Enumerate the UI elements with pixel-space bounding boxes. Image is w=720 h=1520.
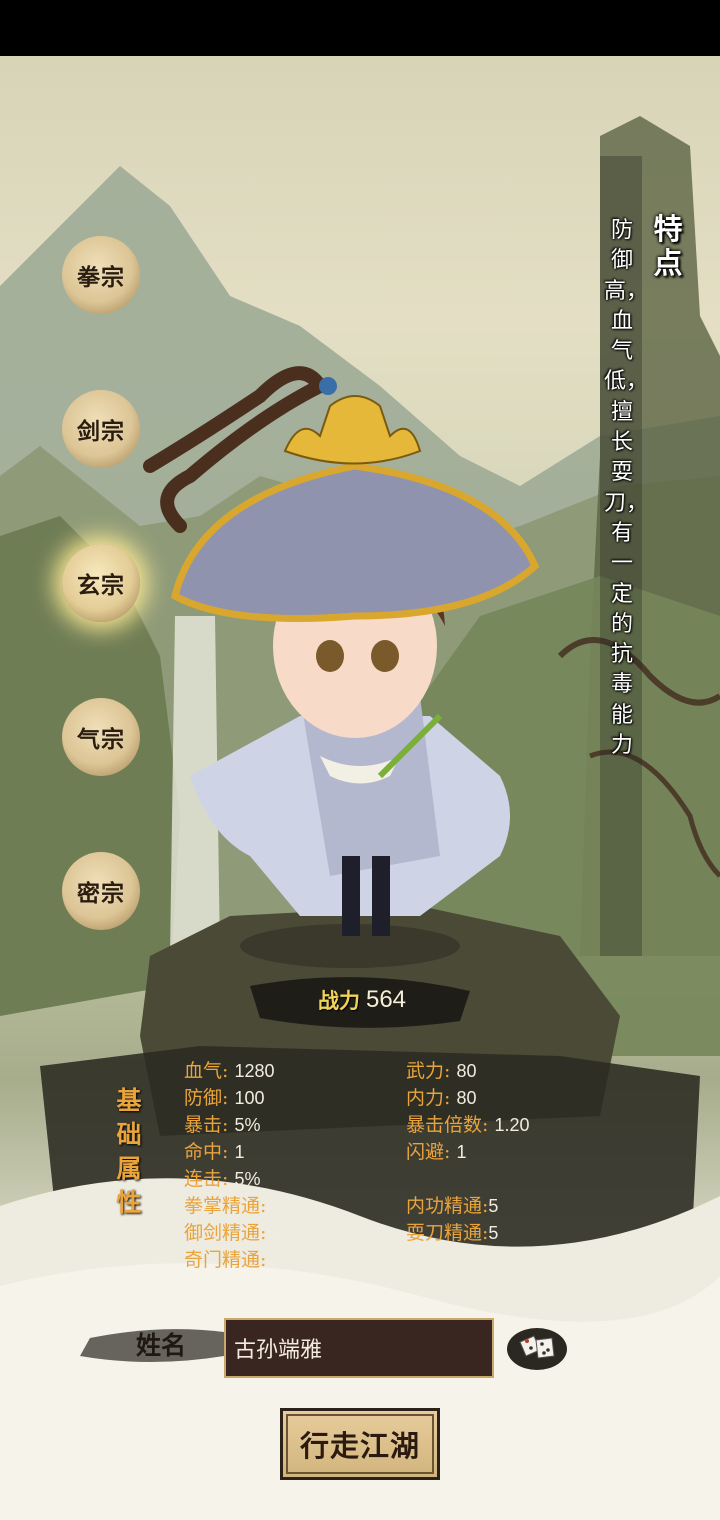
stat-fist-mastery: 拳掌精通:5 bbox=[184, 1195, 277, 1217]
school-label: 气宗 bbox=[77, 726, 125, 753]
name-input[interactable]: 古孙端雅 bbox=[224, 1318, 494, 1378]
school-button-jian[interactable]: 剑宗 bbox=[62, 390, 140, 468]
stat-crit-multiplier: 暴击倍数: 1.20 bbox=[406, 1114, 530, 1136]
status-bar bbox=[0, 0, 720, 56]
stat-neigong-mastery: 内功精通:5 bbox=[406, 1195, 499, 1217]
start-journey-button[interactable]: 行走江湖 bbox=[280, 1408, 440, 1480]
school-button-quan[interactable]: 拳宗 bbox=[62, 236, 140, 314]
combat-power-value: 564 bbox=[365, 986, 407, 1013]
stat-blade-mastery: 耍刀精通:5 bbox=[406, 1222, 499, 1244]
traits-description: 防御高，血气低，擅长耍刀，有一定的抗毒能力 bbox=[604, 218, 649, 759]
school-label: 玄宗 bbox=[77, 572, 125, 599]
stat-hp: 血气: 1280 bbox=[184, 1060, 275, 1082]
combat-power-label: 战力 bbox=[317, 988, 360, 1013]
combat-power: 战力 564 bbox=[272, 978, 452, 1022]
stat-sword-mastery: 御剑精通:8 bbox=[184, 1222, 277, 1244]
school-button-mi[interactable]: 密宗 bbox=[62, 852, 140, 930]
game-screen: 拳宗 剑宗 玄宗 气宗 密宗 特点 防御高，血气低，擅长耍刀，有一定的抗毒能力 … bbox=[0, 0, 720, 1520]
stat-defense: 防御: 100 bbox=[184, 1087, 265, 1109]
school-button-qi[interactable]: 气宗 bbox=[62, 698, 140, 776]
landscape-scene: 拳宗 剑宗 玄宗 气宗 密宗 特点 防御高，血气低，擅长耍刀，有一定的抗毒能力 … bbox=[0, 56, 720, 1520]
dice-icon bbox=[507, 1328, 567, 1370]
stat-combo: 连击: 5% bbox=[184, 1168, 261, 1190]
stat-qimen-mastery: 奇门精通:2 bbox=[184, 1249, 277, 1271]
start-journey-label: 行走江湖 bbox=[299, 1429, 420, 1463]
traits-heading: 特点 bbox=[653, 212, 683, 280]
stat-strength: 武力: 80 bbox=[406, 1060, 477, 1082]
stat-hit: 命中: 1 bbox=[184, 1141, 245, 1163]
randomize-name-button[interactable] bbox=[506, 1326, 568, 1372]
stat-crit: 暴击: 5% bbox=[184, 1114, 261, 1136]
attributes-title: 基础属性 bbox=[116, 1086, 142, 1217]
name-label: 姓名 bbox=[136, 1331, 187, 1360]
stat-dodge: 闪避: 1 bbox=[406, 1141, 467, 1163]
school-label: 密宗 bbox=[77, 880, 125, 907]
school-button-xuan[interactable]: 玄宗 bbox=[62, 544, 140, 622]
stat-inner-power: 内力: 80 bbox=[406, 1087, 477, 1109]
school-label: 拳宗 bbox=[77, 264, 125, 291]
school-label: 剑宗 bbox=[77, 418, 125, 445]
